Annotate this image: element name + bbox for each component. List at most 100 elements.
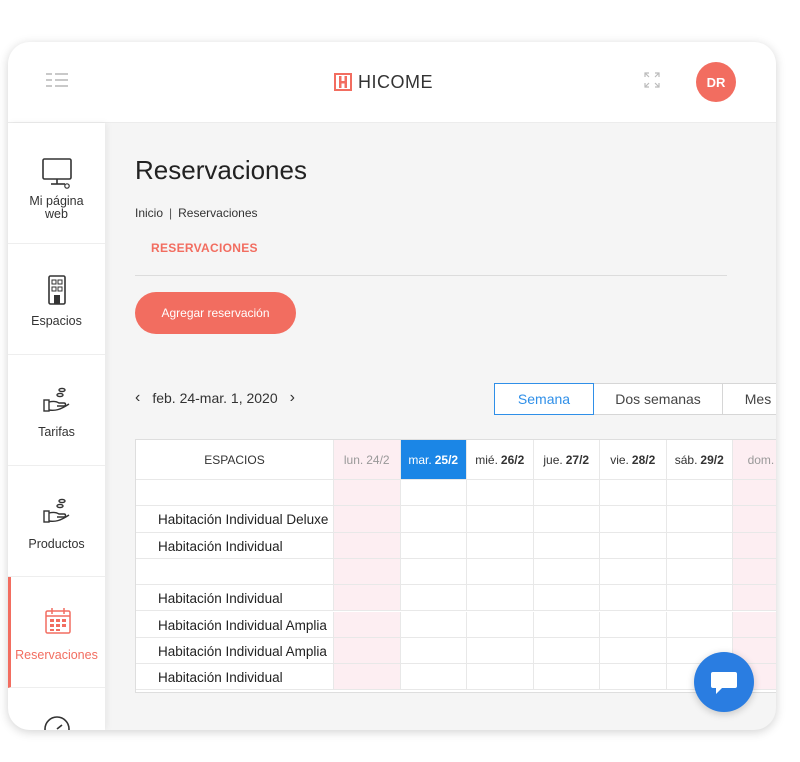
room-row-label[interactable]: Habitación Individual Amplia [136, 611, 334, 638]
calendar-cell[interactable] [400, 532, 467, 559]
calendar-cell[interactable] [600, 506, 667, 533]
calendar-cell[interactable] [334, 480, 401, 507]
calendar-cell[interactable] [666, 506, 733, 533]
main-content: Reservaciones Inicio | Reservaciones RESER… [105, 123, 776, 730]
day-date: 25/2 [434, 452, 459, 467]
calendar-cell[interactable] [467, 611, 534, 638]
room-row-label[interactable]: Habitación Individual [136, 664, 334, 691]
sidebar-item-espacios[interactable]: Espacios [8, 244, 105, 355]
calendar-cell[interactable] [666, 558, 733, 586]
breadcrumb-separator: | [169, 206, 173, 220]
calendar-cell[interactable] [733, 558, 776, 586]
room-row-label[interactable] [136, 480, 334, 507]
menu-lines-icon[interactable] [46, 71, 68, 89]
user-avatar[interactable]: DR [696, 62, 736, 102]
calendar-cell[interactable] [533, 664, 600, 691]
sidebar-item-mi-pagina-web[interactable]: Mi página web [8, 133, 105, 244]
room-row-label[interactable]: Habitación Individual [136, 532, 334, 559]
sidebar-item-reservaciones[interactable]: Reservaciones [8, 577, 105, 688]
view-switcher: Semana Dos semanas Mes [494, 383, 776, 415]
chat-bubble-icon [711, 672, 737, 694]
calendar-cell[interactable] [467, 532, 534, 559]
room-row-label[interactable]: Habitación Individual [136, 585, 334, 612]
day-header[interactable]: mar. 25/2 [400, 440, 467, 480]
calendar-cell[interactable] [400, 558, 467, 586]
calendar-cell[interactable] [600, 637, 667, 665]
room-row-label[interactable] [136, 558, 334, 586]
chat-button[interactable] [694, 652, 754, 712]
calendar-cell[interactable] [666, 611, 733, 638]
calendar-cell[interactable] [400, 585, 467, 612]
calendar-cell[interactable] [467, 637, 534, 665]
calendar-cell[interactable] [400, 480, 467, 507]
calendar-cell[interactable] [400, 611, 467, 638]
sidebar-item-productos[interactable]: Productos [8, 466, 105, 577]
calendar-cell[interactable] [334, 637, 401, 665]
calendar-cell[interactable] [600, 558, 667, 586]
tab-mes[interactable]: Mes [723, 383, 776, 415]
calendar-cell[interactable] [400, 664, 467, 691]
calendar-cell[interactable] [600, 532, 667, 559]
tab-reservaciones[interactable]: RESERVACIONES [151, 241, 258, 255]
chevron-right-icon[interactable]: › [290, 389, 295, 407]
calendar-cell[interactable] [600, 480, 667, 507]
app-window: HICOME DR Mi página web Espacios Tarifas… [8, 42, 776, 730]
calendar-cell[interactable] [334, 611, 401, 638]
room-row-label[interactable]: Habitación Individual Deluxe [136, 506, 334, 533]
clock-icon [43, 716, 70, 730]
day-header[interactable]: mié. 26/2 [467, 440, 534, 480]
tab-dos-semanas[interactable]: Dos semanas [594, 383, 723, 415]
chevron-left-icon[interactable]: ‹ [135, 389, 140, 407]
expand-icon[interactable] [642, 70, 662, 90]
calendar-cell[interactable] [600, 664, 667, 691]
calendar-cell[interactable] [733, 506, 776, 533]
day-header[interactable]: jue. 27/2 [533, 440, 600, 480]
day-date: 29/2 [700, 452, 724, 467]
sidebar-item-label: Productos [28, 537, 85, 551]
top-bar: HICOME DR [8, 42, 776, 123]
calendar-cell[interactable] [533, 585, 600, 612]
calendar-cell[interactable] [533, 558, 600, 586]
day-of-week: lun. [343, 452, 364, 467]
calendar-cell[interactable] [467, 558, 534, 586]
calendar-cell[interactable] [733, 585, 776, 612]
calendar-cell[interactable] [467, 506, 534, 533]
calendar-cell[interactable] [334, 532, 401, 559]
calendar-cell[interactable] [600, 585, 667, 612]
monitor-icon [41, 158, 72, 189]
sidebar-item-tarifas[interactable]: Tarifas [8, 355, 105, 466]
calendar-cell[interactable] [533, 637, 600, 665]
calendar-cell[interactable] [334, 506, 401, 533]
calendar-cell[interactable] [334, 585, 401, 612]
calendar-cell[interactable] [666, 480, 733, 507]
divider [135, 275, 727, 276]
calendar-cell[interactable] [733, 532, 776, 559]
calendar-cell[interactable] [467, 664, 534, 691]
brand-logo[interactable]: HICOME [334, 70, 433, 94]
calendar-cell[interactable] [400, 637, 467, 665]
day-of-week: mar. [408, 452, 432, 467]
day-header[interactable]: vie. 28/2 [600, 440, 667, 480]
day-header[interactable]: dom.1 [733, 440, 776, 480]
calendar-cell[interactable] [733, 611, 776, 638]
calendar-cell[interactable] [467, 585, 534, 612]
calendar-cell[interactable] [733, 480, 776, 507]
breadcrumb-home-link[interactable]: Inicio [135, 206, 163, 220]
sidebar-item-reportes[interactable] [8, 688, 105, 730]
tab-semana[interactable]: Semana [494, 383, 594, 415]
room-row-label[interactable]: Habitación Individual Amplia [136, 637, 334, 665]
calendar-cell[interactable] [533, 506, 600, 533]
day-header[interactable]: sáb. 29/2 [666, 440, 733, 480]
calendar-cell[interactable] [533, 611, 600, 638]
calendar-cell[interactable] [600, 611, 667, 638]
day-header[interactable]: lun. 24/2 [334, 440, 401, 480]
calendar-cell[interactable] [533, 532, 600, 559]
calendar-cell[interactable] [334, 558, 401, 586]
calendar-cell[interactable] [533, 480, 600, 507]
add-reservation-button[interactable]: Agregar reservación [135, 292, 296, 334]
calendar-cell[interactable] [666, 532, 733, 559]
calendar-cell[interactable] [467, 480, 534, 507]
calendar-cell[interactable] [334, 664, 401, 691]
calendar-cell[interactable] [400, 506, 467, 533]
calendar-cell[interactable] [666, 585, 733, 612]
